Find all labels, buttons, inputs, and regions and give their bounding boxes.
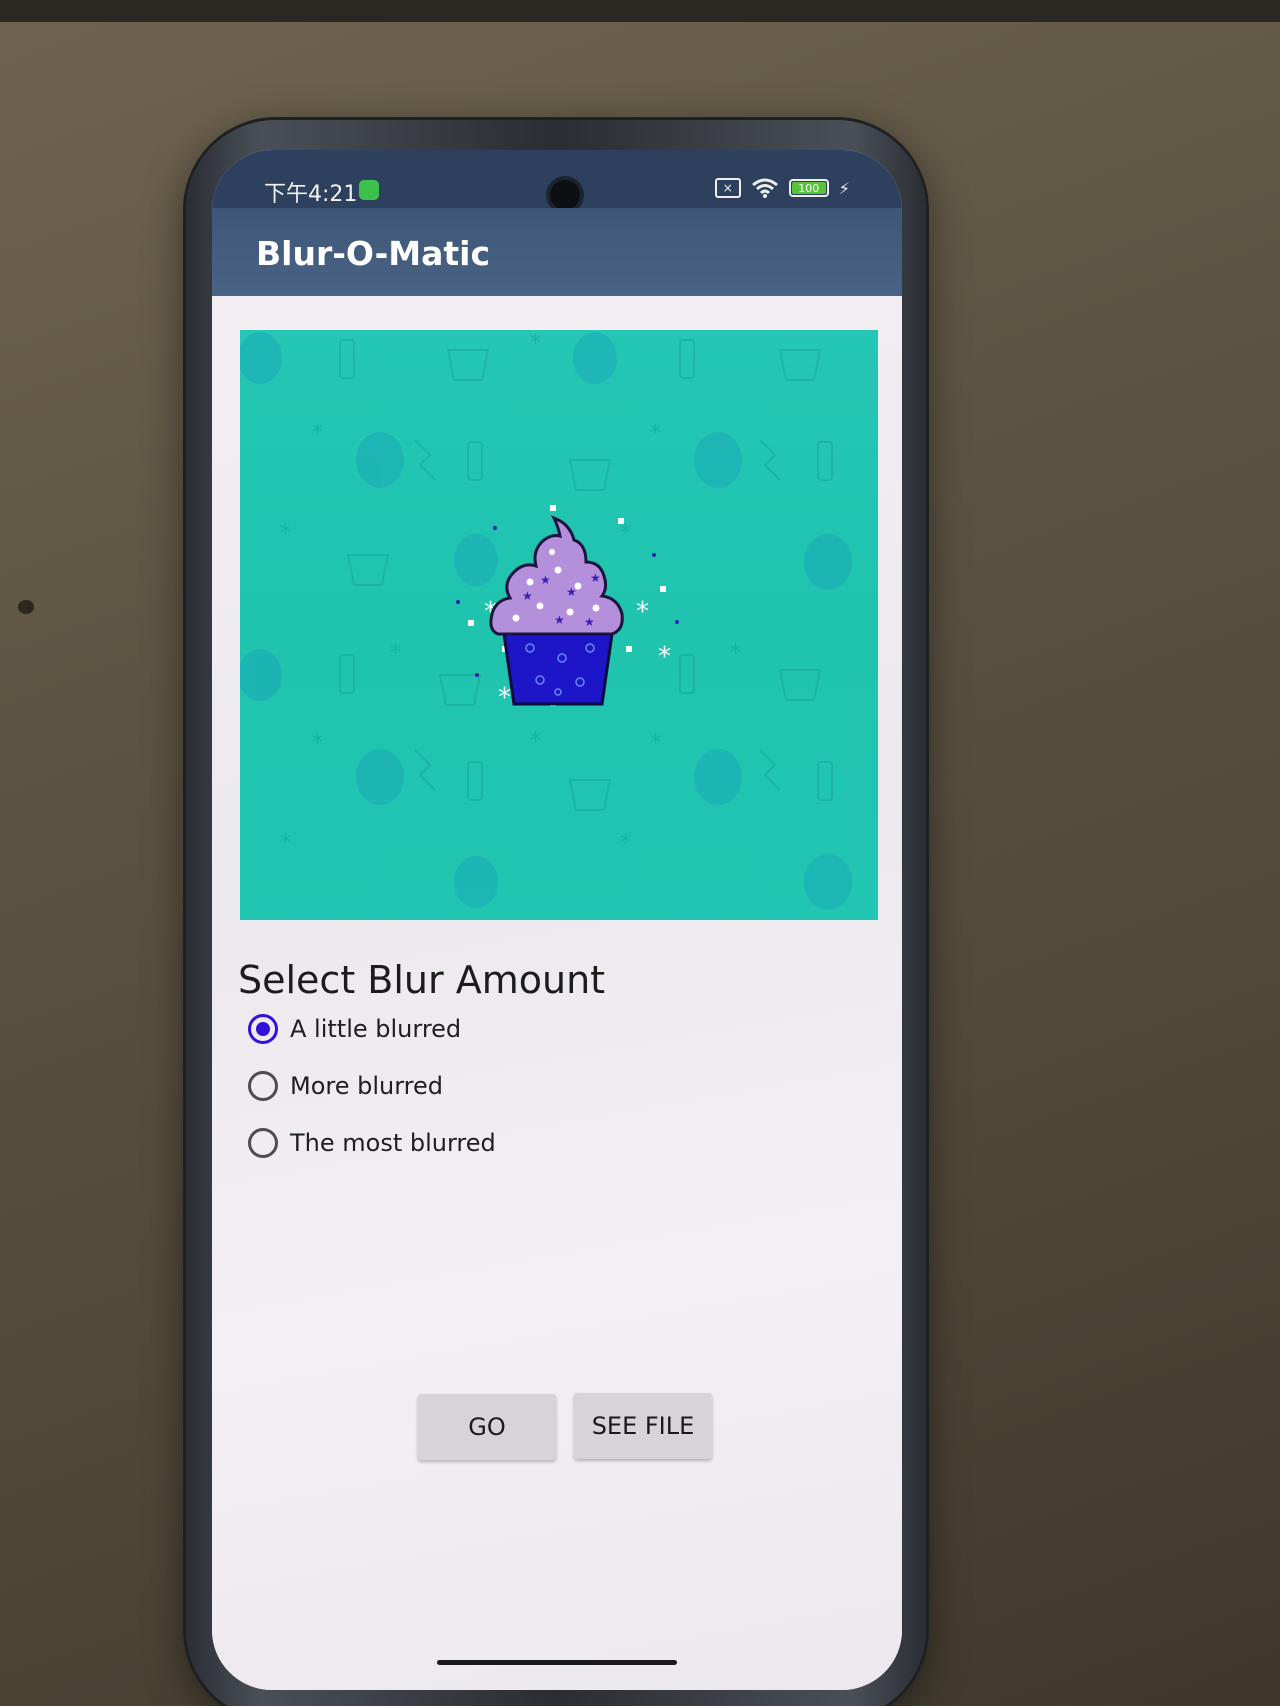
- desk-mark: [18, 600, 34, 614]
- blur-section-title: Select Blur Amount: [238, 958, 606, 1002]
- svg-text:★: ★: [522, 589, 533, 603]
- radio-label: The most blurred: [290, 1129, 496, 1157]
- radio-label: More blurred: [290, 1072, 444, 1100]
- svg-text:*: *: [636, 597, 649, 627]
- see-file-button[interactable]: SEE FILE: [574, 1393, 712, 1459]
- svg-text:*: *: [280, 521, 291, 546]
- front-camera: [550, 180, 580, 210]
- radio-option-little[interactable]: A little blurred: [248, 1014, 461, 1044]
- svg-text:*: *: [390, 641, 401, 666]
- background-top-edge: [0, 0, 1280, 22]
- svg-text:★: ★: [590, 571, 601, 585]
- svg-text:*: *: [650, 731, 661, 756]
- radio-option-more[interactable]: More blurred: [248, 1071, 443, 1101]
- svg-text:★: ★: [540, 573, 551, 587]
- svg-text:*: *: [280, 831, 291, 856]
- battery-icon: 100: [788, 179, 829, 197]
- svg-text:*: *: [730, 641, 741, 666]
- radio-label: A little blurred: [290, 1015, 462, 1043]
- phone-screen: 下午4:21 × 100 ⚡ Blur-O-Matic * * * * * * …: [212, 150, 902, 1690]
- svg-text:*: *: [312, 731, 323, 756]
- radio-button-checked[interactable]: [248, 1014, 278, 1044]
- go-button[interactable]: GO: [418, 1394, 556, 1460]
- app-notification-icon: [359, 180, 379, 200]
- status-time: 下午4:21: [264, 182, 358, 207]
- svg-text:*: *: [620, 831, 631, 856]
- sim-off-icon: ×: [714, 178, 741, 198]
- status-icons: × 100 ⚡: [714, 178, 850, 198]
- svg-text:*: *: [312, 421, 323, 446]
- radio-option-most[interactable]: The most blurred: [248, 1128, 496, 1158]
- svg-text:★: ★: [584, 615, 595, 629]
- radio-button[interactable]: [248, 1071, 278, 1101]
- app-title: Blur-O-Matic: [256, 234, 491, 273]
- cupcake-illustration: * * * * * * * * * * * * * * * * ★ ★ ★ ★ …: [240, 331, 852, 910]
- wifi-icon: [751, 178, 778, 198]
- hero-image: * * * * * * * * * * * * * * * * ★ ★ ★ ★ …: [240, 330, 878, 920]
- radio-button[interactable]: [248, 1128, 278, 1158]
- svg-text:*: *: [620, 521, 631, 546]
- app-bar: Blur-O-Matic: [212, 208, 902, 296]
- svg-text:★: ★: [566, 585, 577, 599]
- home-indicator[interactable]: [437, 1660, 677, 1665]
- status-bar: 下午4:21 × 100 ⚡: [212, 150, 902, 210]
- charging-icon: ⚡: [838, 178, 850, 198]
- svg-text:*: *: [498, 683, 511, 713]
- svg-text:★: ★: [554, 613, 565, 627]
- svg-text:*: *: [658, 642, 671, 672]
- svg-text:*: *: [530, 331, 541, 356]
- main-content: * * * * * * * * * * * * * * * * ★ ★ ★ ★ …: [212, 296, 902, 1690]
- svg-text:*: *: [530, 729, 541, 754]
- svg-text:*: *: [650, 421, 661, 446]
- battery-level: 100: [791, 182, 826, 195]
